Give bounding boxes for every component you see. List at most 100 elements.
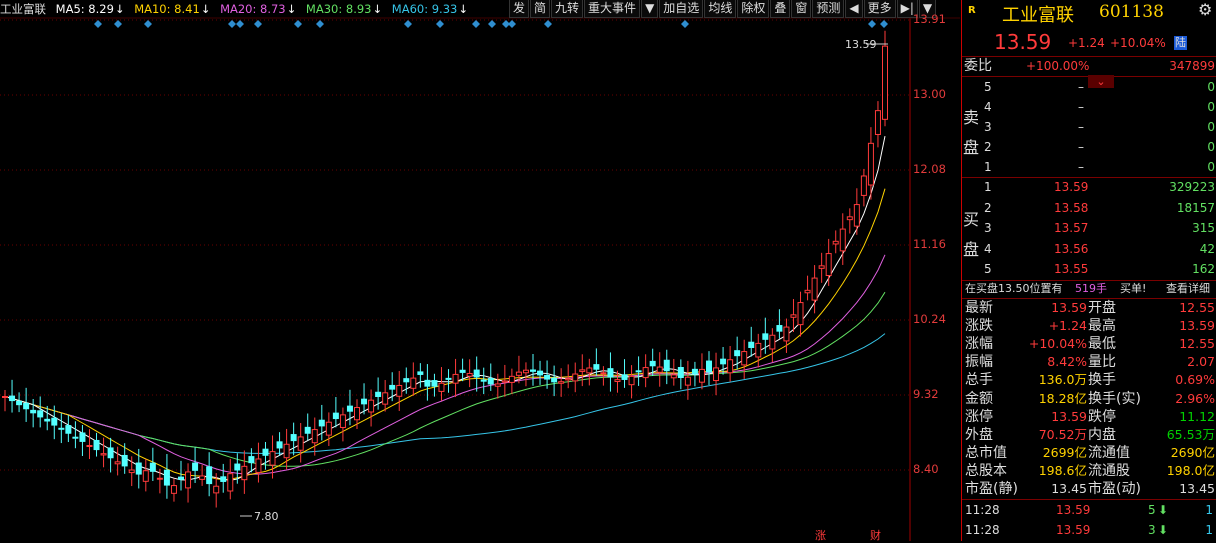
sell-level: 4 (984, 100, 992, 114)
toolbar-events[interactable]: 重大事件 (584, 0, 641, 18)
toolbar-exright[interactable]: 除权 (737, 0, 770, 18)
buy-row: 3 13.57 315 (962, 219, 1216, 237)
stat-label: 最低 (1088, 336, 1116, 353)
toolbar-ma[interactable]: 均线 (704, 0, 737, 18)
tick-count: 1 (1205, 523, 1213, 537)
toolbar-predict[interactable]: 预测 (812, 0, 845, 18)
candle-body (748, 341, 755, 348)
candle-body (156, 477, 163, 480)
toolbar-more[interactable]: 更多 (863, 0, 896, 18)
event-marker-icon (236, 20, 244, 28)
stat-label: 换手(实) (1088, 390, 1141, 407)
candle-body (170, 485, 177, 494)
buy-volume: 162 (1192, 262, 1215, 276)
candle-body (227, 473, 234, 492)
toolbar-prev[interactable]: ◀ (845, 0, 863, 18)
sell-level: 3 (984, 120, 992, 134)
candle-body (621, 374, 628, 380)
stat-label: 总股本 (965, 462, 1007, 479)
tick-time: 11:28 (965, 503, 1000, 517)
stat-value: 2.96% (1175, 390, 1215, 406)
down-arrow-icon: ⬇ (1158, 503, 1169, 517)
candle-body (530, 369, 536, 372)
stat-label: 外盘 (965, 426, 993, 443)
toolbar-overlay[interactable]: 叠 (770, 0, 791, 18)
candle-body (2, 395, 8, 398)
stat-value: 2.07 (1187, 354, 1215, 370)
candle-body (860, 175, 867, 196)
event-marker-icon (488, 20, 496, 28)
hk-connect-badge: 陆 (1174, 36, 1187, 50)
candle-body (867, 142, 874, 186)
candle-body (459, 369, 466, 373)
stat-value: 11.12 (1179, 408, 1215, 424)
sell-price: – (1078, 160, 1084, 174)
candle-body (825, 253, 832, 277)
stat-value: 12.55 (1179, 336, 1215, 352)
stat-label: 市盈(静) (965, 481, 1018, 497)
buy-price: 13.58 (1054, 200, 1089, 215)
candle-body (656, 366, 663, 373)
candle-body (551, 377, 558, 383)
candle-body (403, 378, 410, 383)
candle-body (494, 383, 501, 387)
stat-label: 跌停 (1088, 408, 1116, 425)
stat-label: 涨幅 (965, 336, 993, 353)
candle-body (579, 369, 586, 372)
sell-volume: 0 (1207, 160, 1215, 174)
stat-value: 13.45 (1051, 481, 1087, 496)
buy-volume: 329223 (1169, 180, 1215, 194)
candle-body (262, 448, 269, 456)
candle-body (368, 399, 375, 413)
stat-value: 13.59 (1179, 318, 1215, 334)
stock-code: 601138 (1099, 2, 1164, 22)
y-tick-label: 13.91 (913, 12, 946, 26)
candle-body (558, 381, 565, 384)
candle-body (818, 265, 825, 269)
candle-body (107, 447, 114, 459)
buy-price: 13.57 (1054, 221, 1089, 235)
stat-row: 外盘 70.52万 内盘 65.53万 (962, 426, 1216, 444)
stat-label: 金额 (965, 390, 993, 407)
tick-row: 11:28 13.59 5 ⬇ 1 (962, 501, 1216, 519)
y-tick-label: 13.00 (913, 87, 946, 101)
candle-body (769, 334, 776, 350)
toolbar-window[interactable]: 窗 (791, 0, 812, 18)
stat-label: 开盘 (1088, 300, 1116, 316)
ma30-line (4, 291, 886, 467)
ma10-line (4, 188, 886, 481)
candle-body (79, 432, 86, 442)
event-marker-icon (94, 20, 102, 28)
candle-body (593, 364, 600, 370)
candle-body (37, 410, 44, 418)
candle-body (713, 367, 720, 382)
candle-body (72, 436, 79, 439)
notice-detail-link[interactable]: 查看详细 (1166, 280, 1210, 298)
candle-body (783, 326, 790, 342)
candle-body (853, 204, 860, 227)
sell-row: 5 – 0 (962, 78, 1216, 96)
stat-label: 振幅 (965, 354, 993, 371)
gear-icon[interactable]: ⚙ (1198, 0, 1212, 19)
notice-qty: 519手 (1075, 282, 1107, 295)
toolbar-jian[interactable]: 简 (530, 0, 551, 18)
candle-body (473, 369, 480, 378)
toolbar-jiuzhuan[interactable]: 九转 (551, 0, 584, 18)
candle-body (213, 485, 220, 494)
candle-body (410, 377, 417, 389)
toolbar-fa[interactable]: 发 (509, 0, 530, 18)
candle-body (375, 391, 382, 397)
candle-body (501, 380, 508, 383)
candle-body (874, 110, 881, 135)
event-marker-icon (880, 20, 888, 28)
toolbar-add-watch[interactable]: 加自选 (659, 0, 704, 18)
stat-row: 振幅 8.42% 量比 2.07 (962, 353, 1216, 371)
sell-row: 2 – 0 (962, 138, 1216, 156)
candle-body (354, 407, 360, 421)
toolbar-events-dropdown[interactable]: ▼ (641, 0, 659, 18)
y-tick-label: 8.40 (913, 462, 939, 476)
stat-value: 65.53万 (1166, 426, 1215, 442)
candle-body (544, 374, 551, 380)
candle-body (128, 469, 135, 474)
sell-level: 5 (984, 80, 992, 94)
